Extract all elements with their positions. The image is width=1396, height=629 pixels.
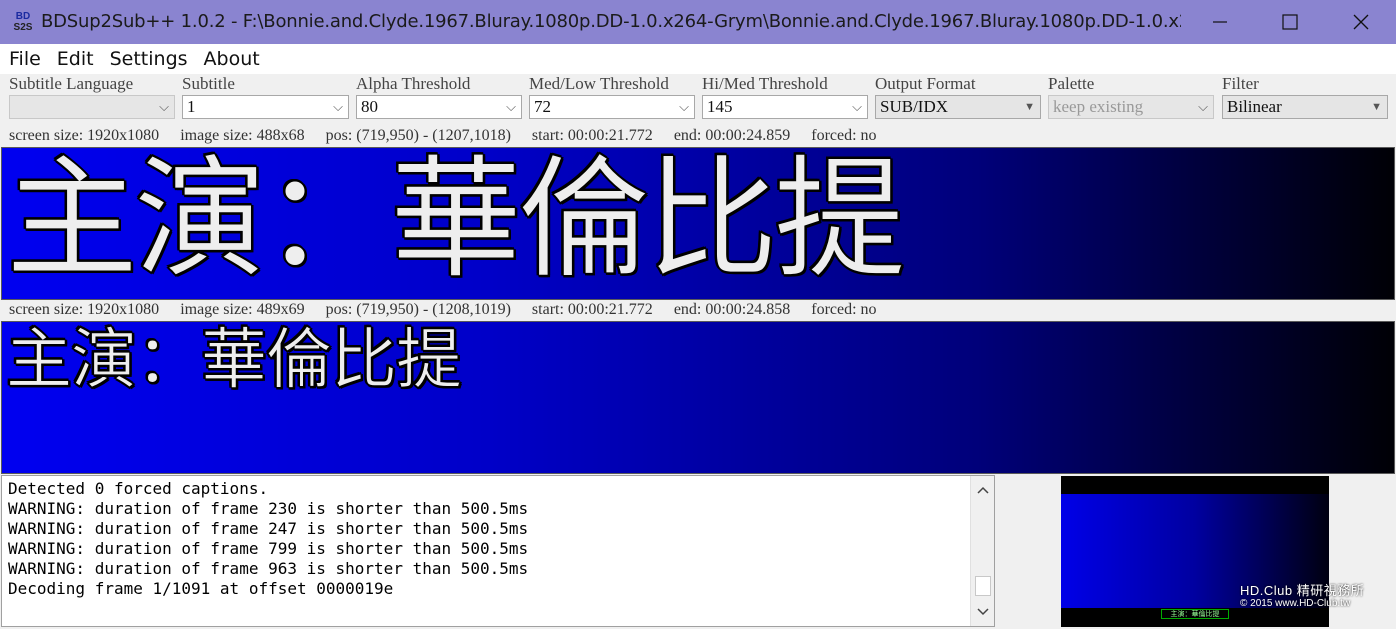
maximize-icon [1282, 14, 1298, 30]
menu-bar: File Edit Settings About [0, 44, 1396, 74]
source-image-size: image size: 488x68 [180, 127, 305, 144]
log-scrollbar[interactable] [970, 476, 994, 626]
source-position: pos: (719,950) - (1207,1018) [325, 127, 511, 144]
filter-select[interactable]: Bilinear ▼ [1222, 95, 1388, 119]
palette-value: keep existing [1053, 97, 1144, 116]
subtitle-language-label: Subtitle Language [9, 74, 134, 93]
target-position: pos: (719,950) - (1208,1019) [325, 301, 511, 318]
med-low-threshold-value: 72 [534, 97, 551, 116]
output-format-value: SUB/IDX [880, 97, 949, 116]
scroll-down-button[interactable] [971, 601, 995, 623]
source-info-bar: screen size: 1920x1080 image size: 488x6… [0, 126, 1396, 147]
alpha-threshold-label: Alpha Threshold [356, 74, 471, 93]
menu-file[interactable]: File [9, 45, 41, 73]
target-preview[interactable]: 主演：華倫比提 [1, 321, 1395, 474]
hi-med-threshold-group: Hi/Med Threshold 145 ⌵ [702, 74, 868, 119]
log-line: WARNING: duration of frame 230 is shorte… [8, 499, 529, 518]
filter-group: Filter Bilinear ▼ [1222, 74, 1388, 119]
watermark: HD.Club 精研視務所 © 2015 www.HD-Club.tw [1240, 583, 1364, 610]
hi-med-threshold-label: Hi/Med Threshold [702, 74, 828, 93]
app-icon-top: BD [15, 11, 31, 22]
hi-med-threshold-select[interactable]: 145 ⌵ [702, 95, 868, 119]
thumbnail-subtitle: 主演：華倫比提 [1161, 609, 1229, 619]
log-text: Detected 0 forced captions. WARNING: dur… [8, 479, 528, 599]
hi-med-threshold-value: 145 [707, 97, 733, 116]
target-forced: forced: no [811, 301, 877, 318]
log-line: Detected 0 forced captions. [8, 479, 269, 498]
subtitle-value: 1 [187, 97, 196, 116]
chevron-down-icon: ⌵ [679, 99, 689, 114]
scroll-up-button[interactable] [971, 479, 995, 501]
output-format-select[interactable]: SUB/IDX ▼ [875, 95, 1041, 119]
alpha-threshold-select[interactable]: 80 ⌵ [356, 95, 522, 119]
watermark-line-2: © 2015 www.HD-Club.tw [1240, 598, 1351, 609]
source-screen-size: screen size: 1920x1080 [9, 127, 160, 144]
target-start-time: start: 00:00:21.772 [531, 301, 653, 318]
med-low-threshold-group: Med/Low Threshold 72 ⌵ [529, 74, 695, 119]
med-low-threshold-label: Med/Low Threshold [529, 74, 669, 93]
med-low-threshold-select[interactable]: 72 ⌵ [529, 95, 695, 119]
palette-select[interactable]: keep existing ⌵ [1048, 95, 1214, 119]
watermark-line-1: HD.Club 精研視務所 [1240, 583, 1365, 598]
chevron-down-icon: ⌵ [1198, 99, 1208, 114]
log-line: WARNING: duration of frame 799 is shorte… [8, 539, 529, 558]
filter-label: Filter [1222, 74, 1259, 93]
menu-settings[interactable]: Settings [110, 45, 188, 73]
alpha-threshold-group: Alpha Threshold 80 ⌵ [356, 74, 522, 119]
chevron-down-icon: ⌵ [506, 99, 516, 114]
source-end-time: end: 00:00:24.859 [673, 127, 791, 144]
app-icon: BD S2S [10, 10, 36, 34]
minimize-button[interactable] [1185, 0, 1255, 44]
chevron-up-icon [977, 486, 989, 494]
caret-down-icon: ▼ [1024, 101, 1035, 113]
output-format-label: Output Format [875, 74, 976, 93]
menu-edit[interactable]: Edit [57, 45, 94, 73]
scroll-thumb[interactable] [975, 576, 991, 596]
maximize-button[interactable] [1255, 0, 1325, 44]
chevron-down-icon: ⌵ [333, 99, 343, 114]
source-subtitle-image: 主演：華倫比提 [6, 147, 907, 297]
target-screen-size: screen size: 1920x1080 [9, 301, 160, 318]
target-end-time: end: 00:00:24.858 [673, 301, 791, 318]
close-button[interactable] [1326, 0, 1396, 44]
window-title: BDSup2Sub++ 1.0.2 - F:\Bonnie.and.Clyde.… [41, 11, 1181, 32]
palette-label: Palette [1048, 74, 1095, 93]
log-line: WARNING: duration of frame 247 is shorte… [8, 519, 529, 538]
log-console[interactable]: Detected 0 forced captions. WARNING: dur… [1, 475, 995, 627]
subtitle-language-group: Subtitle Language ⌵ [9, 74, 175, 119]
subtitle-language-select[interactable]: ⌵ [9, 95, 175, 119]
chevron-down-icon: ⌵ [159, 99, 169, 114]
target-subtitle-image: 主演：華倫比提 [6, 321, 463, 398]
title-bar: BD S2S BDSup2Sub++ 1.0.2 - F:\Bonnie.and… [0, 0, 1396, 44]
toolbar: Subtitle Language ⌵ Subtitle 1 ⌵ Alpha T… [0, 74, 1396, 126]
alpha-threshold-value: 80 [361, 97, 378, 116]
source-start-time: start: 00:00:21.772 [531, 127, 653, 144]
chevron-down-icon [977, 608, 989, 616]
menu-about[interactable]: About [204, 45, 260, 73]
source-forced: forced: no [811, 127, 877, 144]
subtitle-group: Subtitle 1 ⌵ [182, 74, 349, 119]
source-preview[interactable]: 主演：華倫比提 [1, 147, 1395, 300]
close-icon [1353, 14, 1369, 30]
chevron-down-icon: ⌵ [852, 99, 862, 114]
target-image-size: image size: 489x69 [180, 301, 305, 318]
target-info-bar: screen size: 1920x1080 image size: 489x6… [0, 300, 1396, 321]
subtitle-label: Subtitle [182, 74, 235, 93]
palette-group: Palette keep existing ⌵ [1048, 74, 1214, 119]
filter-value: Bilinear [1227, 97, 1282, 116]
minimize-icon [1213, 21, 1227, 23]
log-line: WARNING: duration of frame 963 is shorte… [8, 559, 529, 578]
log-line: Decoding frame 1/1091 at offset 0000019e [8, 579, 394, 598]
output-format-group: Output Format SUB/IDX ▼ [875, 74, 1041, 119]
subtitle-select[interactable]: 1 ⌵ [182, 95, 349, 119]
caret-down-icon: ▼ [1371, 101, 1382, 113]
app-icon-bottom: S2S [13, 22, 33, 33]
